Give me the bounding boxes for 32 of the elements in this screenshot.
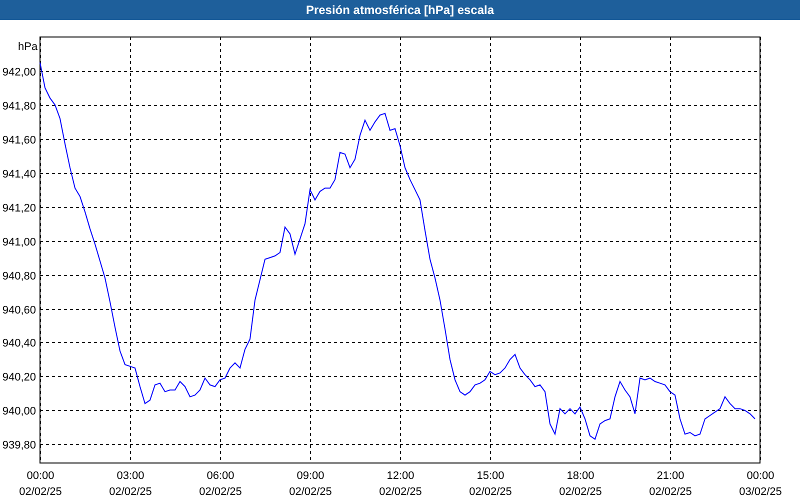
- x-tick-label: 06:00: [206, 470, 234, 482]
- y-axis-unit: hPa: [18, 41, 38, 53]
- x-tick-label: 09:00: [296, 470, 324, 482]
- x-tick-label: 02/02/25: [649, 486, 692, 498]
- y-tick-label: 941,80: [2, 100, 36, 112]
- y-tick-label: 941,00: [2, 236, 36, 248]
- x-tick-label: 03:00: [116, 470, 144, 482]
- x-tick-label: 12:00: [386, 470, 414, 482]
- x-tick-label: 15:00: [476, 470, 504, 482]
- y-tick-label: 942,00: [2, 66, 36, 78]
- x-tick-label: 00:00: [26, 470, 54, 482]
- x-tick-label: 03/02/25: [739, 486, 782, 498]
- x-tick-label: 00:00: [746, 470, 774, 482]
- y-tick-label: 940,40: [2, 338, 36, 350]
- x-tick-label: 02/02/25: [109, 486, 152, 498]
- x-tick-label: 02/02/25: [379, 486, 422, 498]
- x-tick-label: 21:00: [656, 470, 684, 482]
- window-title: Presión atmosférica [hPa] escala: [306, 2, 494, 19]
- y-tick-label: 940,20: [2, 372, 36, 384]
- x-tick-label: 02/02/25: [19, 486, 62, 498]
- x-tick-label: 02/02/25: [289, 486, 332, 498]
- y-tick-label: 941,60: [2, 134, 36, 146]
- y-tick-label: 940,60: [2, 304, 36, 316]
- y-tick-label: 941,20: [2, 202, 36, 214]
- y-tick-label: 940,80: [2, 270, 36, 282]
- y-tick-label: 939,80: [2, 440, 36, 452]
- y-tick-label: 941,40: [2, 168, 36, 180]
- x-tick-label: 18:00: [566, 470, 594, 482]
- x-tick-label: 02/02/25: [469, 486, 512, 498]
- x-tick-label: 02/02/25: [559, 486, 602, 498]
- x-tick-label: 02/02/25: [199, 486, 242, 498]
- y-tick-label: 940,00: [2, 406, 36, 418]
